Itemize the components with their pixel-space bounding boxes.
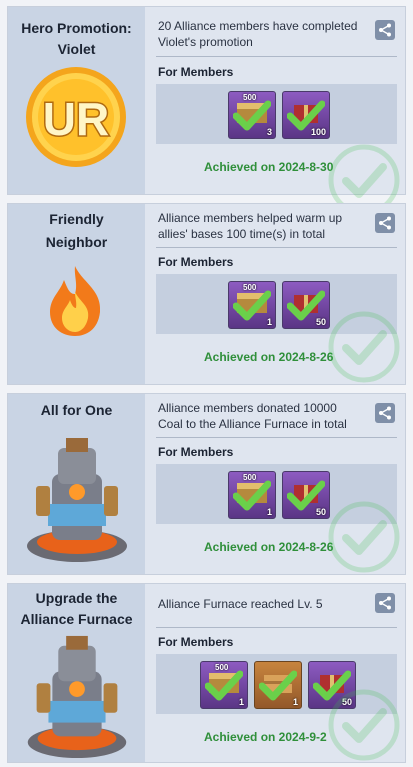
share-button[interactable] bbox=[375, 213, 395, 233]
description-line: Alliance members donated 10000 bbox=[158, 401, 337, 415]
reward-chest-item[interactable]: 500 3 bbox=[228, 91, 276, 139]
reward-chest-item[interactable]: 500 1 bbox=[228, 471, 276, 519]
achievement-list: Hero Promotion: Violet UR 20 Alliance me… bbox=[0, 0, 413, 767]
for-members-label: For Members bbox=[158, 255, 234, 269]
share-icon bbox=[379, 216, 391, 230]
achieved-date: Achieved on 2024-9-2 bbox=[204, 730, 327, 744]
completed-watermark-icon bbox=[328, 689, 400, 761]
achievement-card: Hero Promotion: Violet UR 20 Alliance me… bbox=[7, 6, 406, 216]
flame-icon bbox=[50, 266, 101, 336]
reward-qty: 1 bbox=[266, 317, 272, 327]
share-button[interactable] bbox=[375, 20, 395, 40]
reward-box: 500 3 100 bbox=[156, 84, 397, 144]
achievement-title-line2: Violet bbox=[57, 41, 96, 57]
achievement-title-line1: Hero Promotion: bbox=[21, 20, 132, 36]
divider bbox=[156, 56, 397, 57]
for-members-label: For Members bbox=[158, 635, 234, 649]
completed-watermark-icon bbox=[328, 501, 400, 573]
achievement-title-line2: Neighbor bbox=[45, 234, 108, 250]
reward-gift-item[interactable]: 100 bbox=[282, 91, 330, 139]
description-line: Coal to the Alliance Furnace in total bbox=[158, 417, 347, 431]
reward-chest-item[interactable]: 500 1 bbox=[200, 661, 248, 709]
divider bbox=[156, 627, 397, 628]
share-button[interactable] bbox=[375, 403, 395, 423]
reward-qty: 100 bbox=[310, 127, 326, 137]
description-line: 20 Alliance members have completed bbox=[158, 19, 358, 33]
checkmark-icon bbox=[233, 290, 271, 321]
reward-gift-item[interactable]: 50 bbox=[282, 281, 330, 329]
achievement-detail: Alliance members donated 10000 Coal to t… bbox=[156, 394, 400, 574]
achievement-image-panel: Hero Promotion: Violet UR bbox=[8, 7, 145, 194]
achieved-date: Achieved on 2024-8-26 bbox=[204, 350, 334, 364]
reward-qty: 1 bbox=[238, 697, 244, 707]
achievement-description: Alliance members helped warm up allies' … bbox=[158, 210, 368, 242]
furnace-icon bbox=[27, 438, 127, 562]
ur-badge-text: UR bbox=[43, 93, 109, 145]
share-button[interactable] bbox=[375, 593, 395, 613]
for-members-label: For Members bbox=[158, 445, 234, 459]
share-icon bbox=[379, 23, 391, 37]
achievement-description: Alliance Furnace reached Lv. 5 bbox=[158, 596, 368, 612]
achievement-description: 20 Alliance members have completed Viole… bbox=[158, 18, 368, 50]
checkmark-icon bbox=[259, 670, 297, 701]
furnace-icon bbox=[27, 635, 127, 759]
reward-qty: 3 bbox=[266, 127, 272, 137]
achievement-card: All for One Alliance members donated 100… bbox=[7, 393, 406, 575]
achievement-image-panel: All for One bbox=[8, 394, 145, 574]
description-line: Alliance members helped warm up bbox=[158, 211, 343, 225]
description-line: allies' bases 100 time(s) in total bbox=[158, 227, 326, 241]
divider bbox=[156, 247, 397, 248]
checkmark-icon bbox=[233, 480, 271, 511]
reward-qty: 1 bbox=[292, 697, 298, 707]
description-line: Violet's promotion bbox=[158, 35, 253, 49]
achievement-title-line1: Friendly bbox=[49, 211, 104, 227]
achievement-detail: Alliance Furnace reached Lv. 5 For Membe… bbox=[156, 584, 400, 762]
checkmark-icon bbox=[233, 100, 271, 131]
reward-gift-item[interactable]: 50 bbox=[282, 471, 330, 519]
achievement-description: Alliance members donated 10000 Coal to t… bbox=[158, 400, 368, 432]
share-icon bbox=[379, 596, 391, 610]
for-members-label: For Members bbox=[158, 65, 234, 79]
completed-watermark-icon bbox=[328, 311, 400, 383]
share-icon bbox=[379, 406, 391, 420]
achievement-title-line1: All for One bbox=[40, 402, 113, 418]
ur-badge-icon: UR bbox=[26, 67, 126, 167]
reward-chest-item[interactable]: 500 1 bbox=[228, 281, 276, 329]
divider bbox=[156, 437, 397, 438]
achievement-detail: 20 Alliance members have completed Viole… bbox=[156, 7, 400, 216]
achievement-card: Friendly Neighbor Alliance members helpe… bbox=[7, 203, 406, 385]
reward-qty: 1 bbox=[266, 507, 272, 517]
reward-qty: 50 bbox=[315, 317, 326, 327]
reward-qty: 50 bbox=[315, 507, 326, 517]
achievement-card: Upgrade the Alliance Furnace Alliance Fu… bbox=[7, 583, 406, 763]
reward-crate-item[interactable]: 1 bbox=[254, 661, 302, 709]
achievement-title-line2: Alliance Furnace bbox=[20, 611, 133, 627]
achievement-image-panel: Upgrade the Alliance Furnace bbox=[8, 584, 145, 762]
achievement-detail: Alliance members helped warm up allies' … bbox=[156, 204, 400, 384]
description-line: Alliance Furnace reached Lv. 5 bbox=[158, 597, 323, 611]
achievement-image-panel: Friendly Neighbor bbox=[8, 204, 145, 384]
checkmark-icon bbox=[205, 670, 243, 701]
achieved-date: Achieved on 2024-8-30 bbox=[204, 160, 334, 174]
achieved-date: Achieved on 2024-8-26 bbox=[204, 540, 334, 554]
achievement-title-line1: Upgrade the bbox=[35, 590, 118, 606]
